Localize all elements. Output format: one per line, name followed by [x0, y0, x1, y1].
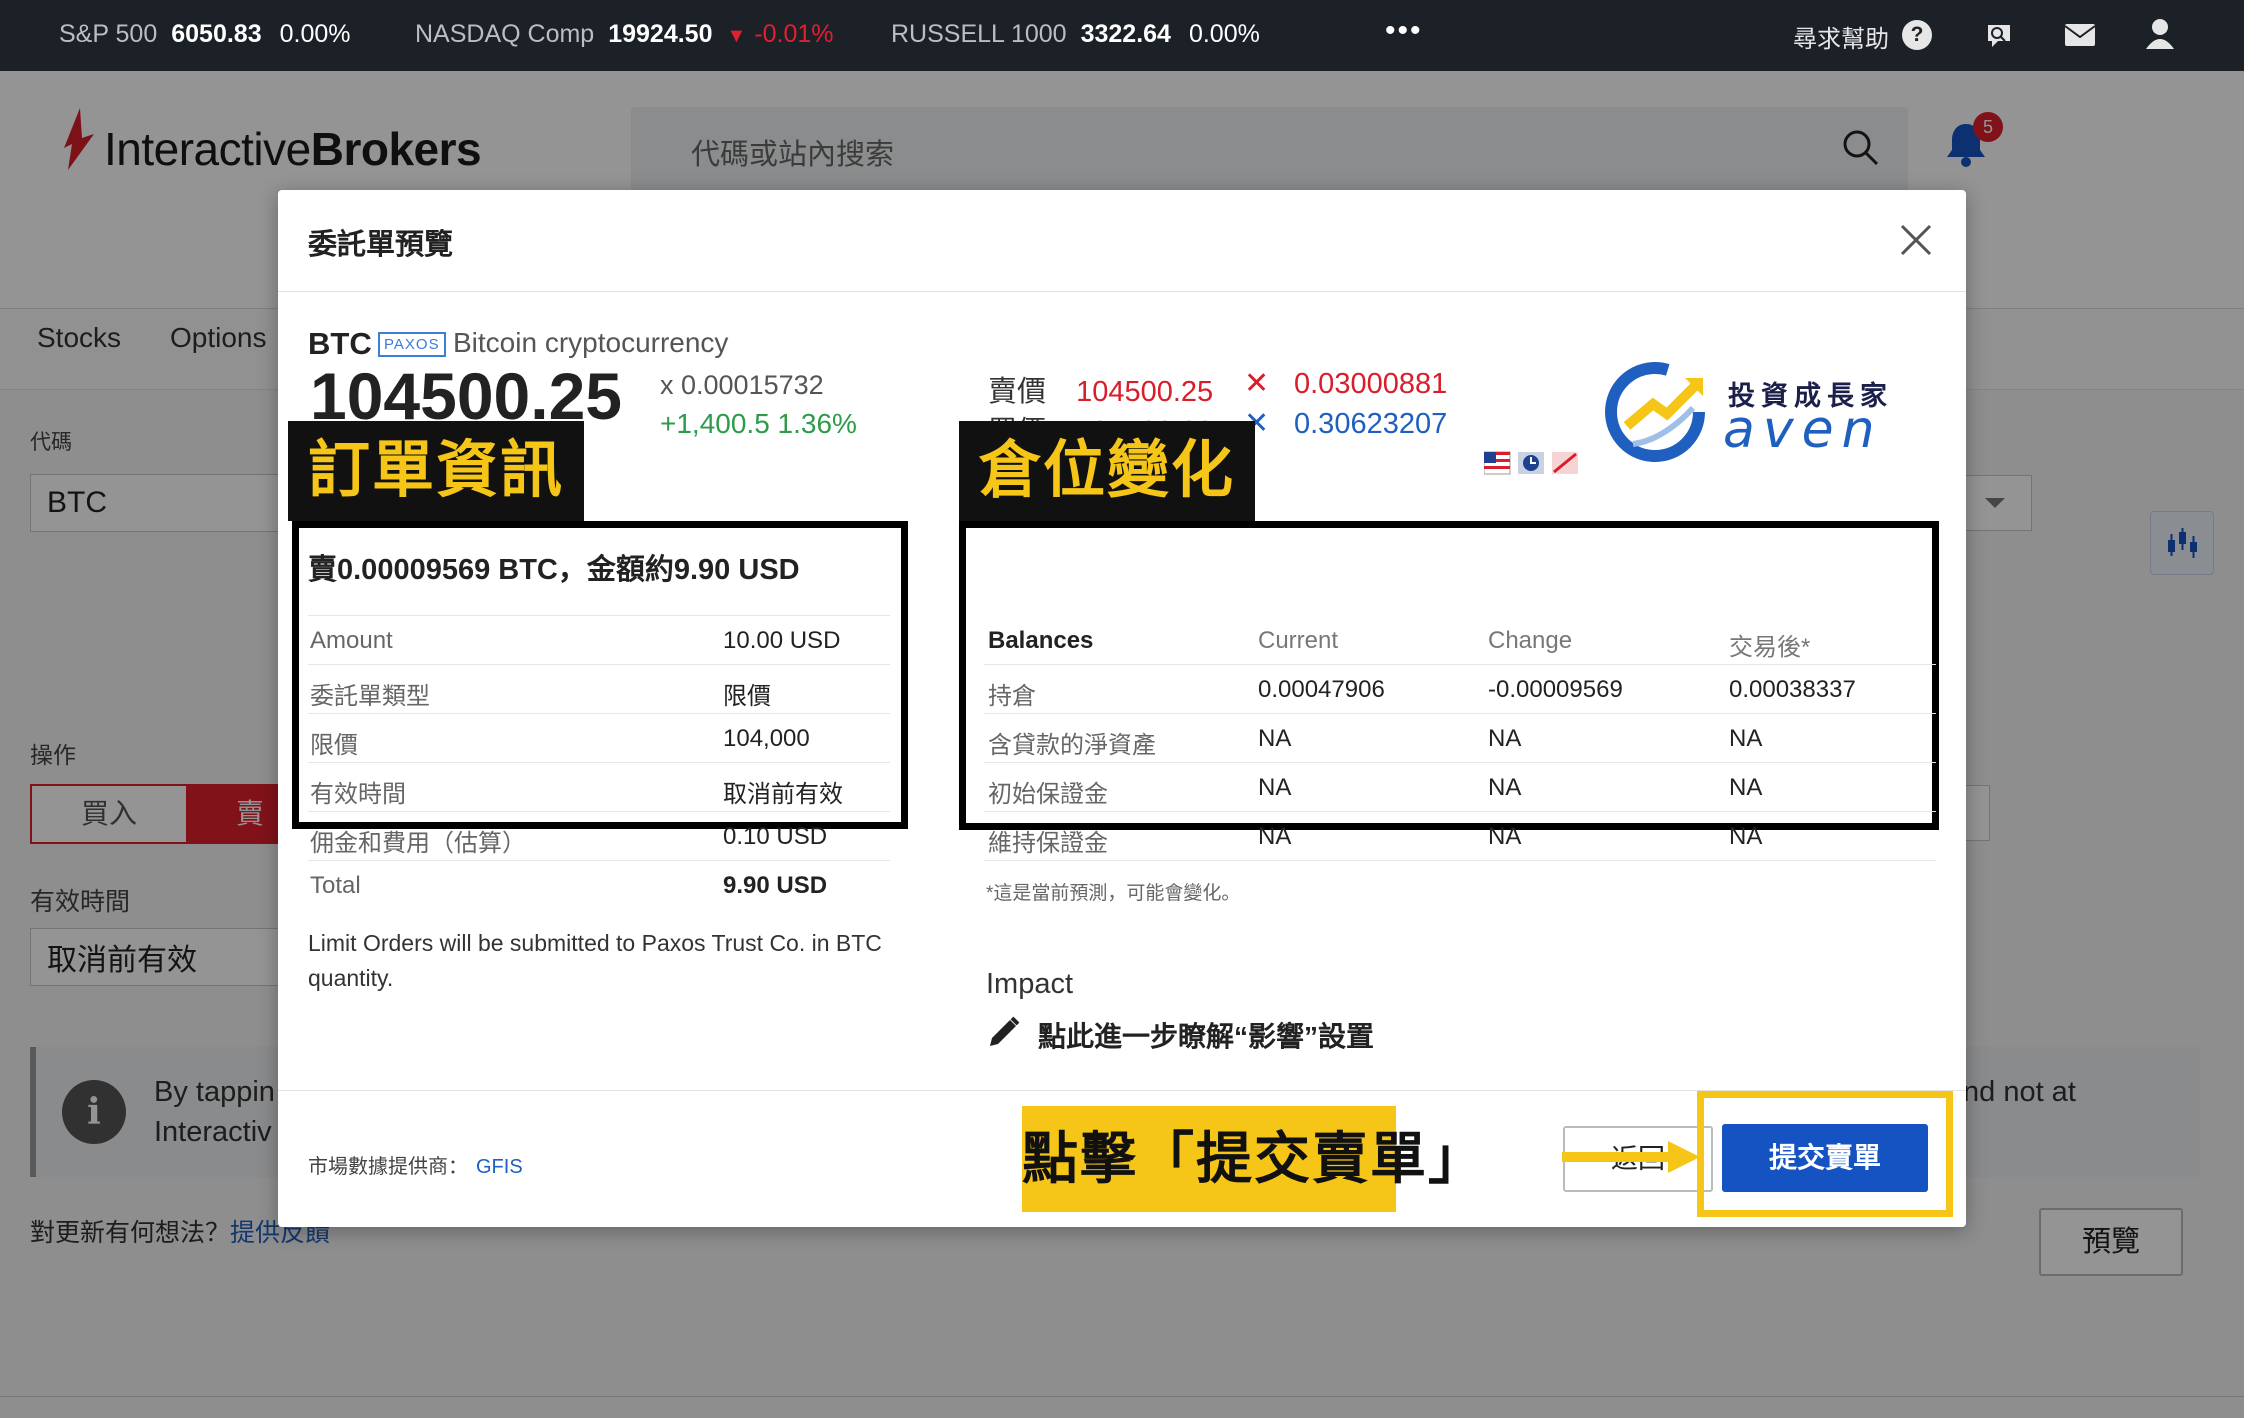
market-flags-icon [1484, 451, 1578, 475]
detail-value: 取消前有效 [723, 781, 843, 808]
provider-link[interactable]: GFIS [476, 1156, 523, 1178]
col-header: 交易後* [1729, 634, 1811, 661]
balance-after: NA [1729, 725, 1763, 752]
brand-name-en: aven [1723, 400, 1883, 460]
help-link[interactable]: 尋求幫助 [1793, 19, 1889, 54]
impact-settings-link[interactable]: 點此進一步瞭解“影響”設置 [1038, 1015, 1374, 1055]
detail-key: Total [310, 872, 361, 899]
ticker-name: NASDAQ Comp [415, 20, 595, 48]
bid-size: 0.30623207 [1294, 408, 1448, 440]
ask-price: 104500.25 [1076, 376, 1214, 408]
balance-label: 持倉 [988, 683, 1036, 710]
instrument-description: Bitcoin cryptocurrency [453, 327, 729, 358]
submit-highlight-frame [1697, 1091, 1953, 1217]
down-arrow-icon: ▼ [726, 25, 747, 47]
balance-change: -0.00009569 [1488, 676, 1623, 703]
ask-size: 0.03000881 [1294, 368, 1448, 400]
click-submit-annotation: 點擊「提交賣單」 [1022, 1106, 1484, 1212]
balance-label: 含貸款的淨資產 [988, 732, 1156, 759]
exchange-badge: PAXOS [378, 332, 446, 357]
divider [278, 291, 1966, 292]
ticker-value: 19924.50 [608, 20, 713, 48]
order-detail-row: 限價 104,000 [308, 714, 890, 763]
balance-row: 含貸款的淨資產 NA NA NA [984, 714, 1936, 763]
balance-after: 0.00038337 [1729, 676, 1856, 703]
more-menu-icon[interactable]: ••• [1385, 14, 1423, 48]
balance-after: NA [1729, 774, 1763, 801]
balance-row: 維持保證金 NA NA NA [984, 812, 1936, 861]
balance-change: NA [1488, 725, 1522, 752]
market-ticker-bar: S&P 500 6050.83 0.00% NASDAQ Comp 19924.50 ▼… [0, 0, 2244, 71]
balance-row: 持倉 0.00047906 -0.00009569 0.00038337 [984, 665, 1936, 714]
balance-current: 0.00047906 [1258, 676, 1385, 703]
detail-value: 0.10 USD [723, 823, 828, 850]
mail-icon[interactable] [2064, 23, 2096, 49]
col-header: Current [1258, 627, 1339, 654]
ticker-value: 6050.83 [171, 20, 262, 48]
scrollbar[interactable] [2244, 0, 2268, 1418]
balance-label: 初始保證金 [988, 781, 1108, 808]
balances-header: Balances Current Change 交易後* [984, 616, 1936, 665]
ticker-change: -0.01% [754, 20, 834, 48]
balance-current: NA [1258, 725, 1292, 752]
balance-change: NA [1488, 823, 1522, 850]
detail-value: 104,000 [723, 725, 810, 752]
order-info-annotation: 訂單資訊 [288, 421, 585, 521]
order-total-row: Total 9.90 USD [308, 861, 890, 910]
ticker-sp500[interactable]: S&P 500 6050.83 0.00% [59, 20, 351, 49]
position-change-annotation: 倉位變化 [959, 421, 1256, 521]
balance-current: NA [1258, 774, 1292, 801]
order-preview-modal: 委託單預覽 BTC PAXOS Bitcoin cryptocurrency 1… [278, 190, 1966, 1227]
detail-value: 限價 [723, 683, 771, 710]
balance-after: NA [1729, 823, 1763, 850]
arrow-right-icon [1562, 1141, 1700, 1173]
instrument-symbol: BTC [308, 326, 372, 361]
detail-value: 9.90 USD [723, 872, 828, 899]
order-headline: 賣0.00009569 BTC，金額約9.90 USD [308, 554, 800, 586]
ask-times-icon: ✕ [1244, 367, 1270, 400]
detail-key: 有效時間 [310, 781, 406, 808]
detail-value: 10.00 USD [723, 627, 841, 654]
ask-label: 賣價 [988, 376, 1047, 408]
projection-note: *這是當前預測，可能會變化。 [986, 883, 1241, 904]
price-multiplier: x 0.00015732 [660, 370, 824, 400]
ticker-russell[interactable]: RUSSELL 1000 3322.64 0.00% [891, 20, 1260, 49]
data-provider: 市場數據提供商： GFIS [308, 1150, 523, 1179]
modal-title: 委託單預覽 [308, 229, 454, 261]
ticker-change: 0.00% [279, 20, 351, 48]
impact-heading: Impact [986, 968, 1074, 1000]
aven-logo-icon [1605, 362, 1705, 462]
detail-key: 佣金和費用（估算） [310, 830, 526, 857]
provider-label: 市場數據提供商： [308, 1156, 468, 1178]
order-detail-row: 委託單類型 限價 [308, 665, 890, 714]
ticker-name: S&P 500 [59, 20, 158, 48]
balance-label: 維持保證金 [988, 830, 1108, 857]
balance-change: NA [1488, 774, 1522, 801]
col-header: Change [1488, 627, 1573, 654]
ticker-nasdaq[interactable]: NASDAQ Comp 19924.50 ▼ -0.01% [415, 20, 834, 49]
ask-quote: 賣價 104500.25 [988, 368, 1213, 410]
detail-key: 限價 [310, 732, 358, 759]
user-icon[interactable] [2144, 17, 2176, 51]
ticker-name: RUSSELL 1000 [891, 20, 1067, 48]
order-detail-row: Amount 10.00 USD [308, 616, 890, 665]
detail-key: 委託單類型 [310, 683, 430, 710]
chat-icon[interactable] [1983, 20, 2015, 52]
balance-current: NA [1258, 823, 1292, 850]
col-header: Balances [988, 627, 1094, 654]
ticker-value: 3322.64 [1080, 20, 1171, 48]
order-detail-row: 有效時間 取消前有效 [308, 763, 890, 812]
ticker-change: 0.00% [1188, 20, 1260, 48]
pencil-icon[interactable] [986, 1014, 1022, 1050]
help-icon[interactable]: ? [1902, 20, 1932, 50]
balance-row: 初始保證金 NA NA NA [984, 763, 1936, 812]
order-detail-row: 佣金和費用（估算） 0.10 USD [308, 812, 890, 861]
close-icon[interactable] [1898, 222, 1934, 258]
detail-key: Amount [310, 627, 393, 654]
limit-order-note: Limit Orders will be submitted to Paxos … [308, 930, 882, 991]
